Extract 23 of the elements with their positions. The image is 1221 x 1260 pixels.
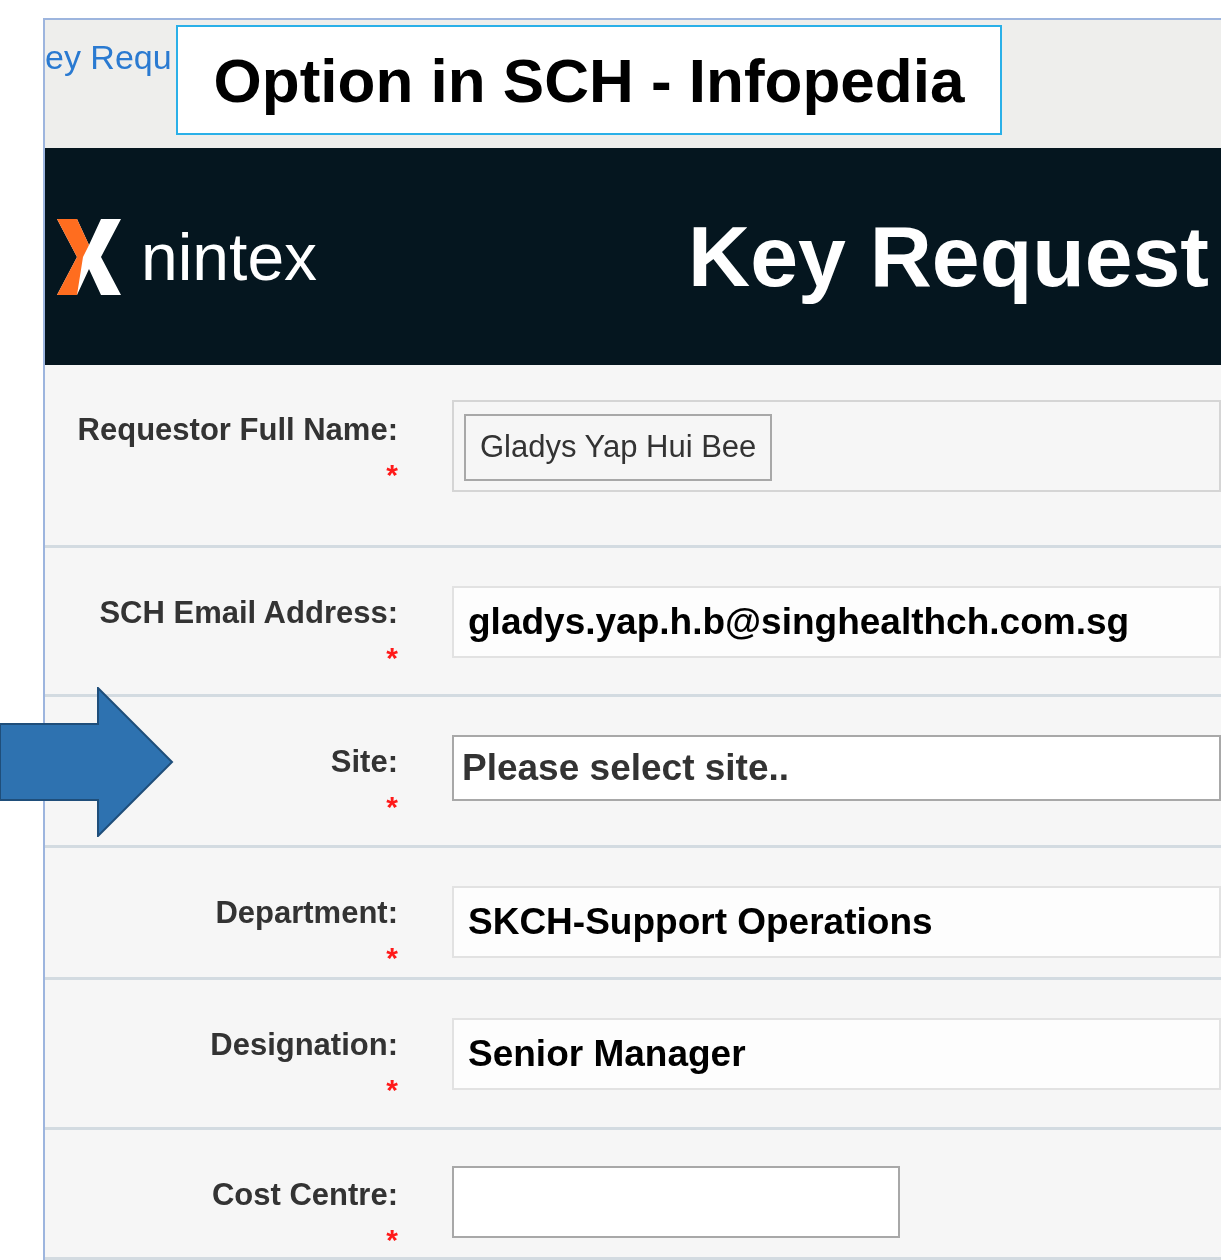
text-field[interactable]: gladys.yap.h.b@singhealthch.com.sg xyxy=(452,586,1221,658)
field-label: Department: xyxy=(215,894,398,932)
required-mark: * xyxy=(386,642,398,673)
site-dropdown[interactable]: Please select site.. xyxy=(452,735,1221,801)
field-label: Requestor Full Name: xyxy=(77,411,398,449)
required-mark: * xyxy=(386,1074,398,1105)
field-label: SCH Email Address: xyxy=(99,594,398,632)
field-label: Cost Centre: xyxy=(212,1176,398,1214)
required-mark: * xyxy=(386,459,398,490)
field-label: Site: xyxy=(330,743,398,781)
name-field[interactable]: Gladys Yap Hui Bee xyxy=(464,414,773,481)
arrow-icon xyxy=(0,687,174,837)
breadcrumb-link[interactable]: ey Requ xyxy=(45,38,172,76)
page-title: Key Request xyxy=(688,206,1209,306)
required-mark: * xyxy=(386,1224,398,1255)
callout-box: Option in SCH - Infopedia xyxy=(176,25,1002,135)
text-field[interactable]: Senior Manager xyxy=(452,1018,1221,1090)
text-field[interactable]: SKCH-Support Operations xyxy=(452,886,1221,958)
required-mark: * xyxy=(386,942,398,973)
logo-text: nintex xyxy=(141,223,318,290)
field-label: Designation: xyxy=(210,1026,398,1064)
required-mark: * xyxy=(386,791,398,822)
cost-centre-field[interactable] xyxy=(452,1166,900,1238)
